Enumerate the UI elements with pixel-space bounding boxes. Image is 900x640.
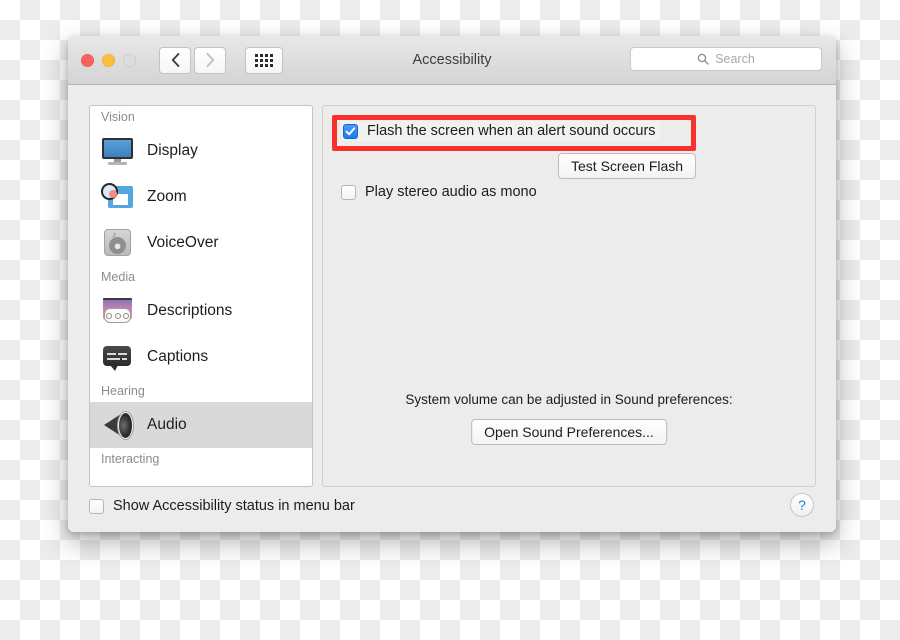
- search-icon: [697, 53, 709, 65]
- sidebar-item-descriptions[interactable]: Descriptions: [90, 288, 312, 334]
- zoom-button: [123, 53, 136, 67]
- sidebar-item-display[interactable]: Display: [90, 128, 312, 174]
- test-screen-flash-button[interactable]: Test Screen Flash: [558, 153, 697, 179]
- chevron-left-icon: [171, 53, 179, 67]
- close-button[interactable]: [81, 53, 94, 67]
- open-sound-preferences-button[interactable]: Open Sound Preferences...: [471, 419, 667, 445]
- sidebar-group-vision: Vision: [101, 110, 135, 124]
- sidebar-item-label: Captions: [147, 348, 209, 365]
- sidebar-item-label: Display: [147, 142, 198, 159]
- mono-audio-checkbox[interactable]: [341, 184, 356, 200]
- captions-icon: [101, 342, 134, 372]
- search-placeholder: Search: [715, 52, 755, 66]
- menu-bar-status-checkbox[interactable]: [89, 498, 104, 514]
- menu-bar-status-label: Show Accessibility status in menu bar: [113, 498, 355, 514]
- mono-audio-checkbox-row[interactable]: Play stereo audio as mono: [341, 184, 537, 200]
- sidebar-item-captions[interactable]: Captions: [90, 334, 312, 380]
- chevron-right-icon: [206, 53, 214, 67]
- grid-icon: [255, 53, 273, 67]
- sidebar-item-zoom[interactable]: Zoom: [90, 174, 312, 220]
- sidebar-item-label: Descriptions: [147, 302, 233, 319]
- minimize-button[interactable]: [102, 53, 115, 67]
- sidebar-item-label: VoiceOver: [147, 234, 219, 251]
- audio-settings-pane: Flash the screen when an alert sound occ…: [322, 105, 816, 487]
- back-button[interactable]: [159, 46, 191, 74]
- menu-bar-status-row[interactable]: Show Accessibility status in menu bar: [89, 498, 355, 514]
- sidebar-item-label: Zoom: [147, 188, 187, 205]
- show-all-button[interactable]: [245, 46, 283, 74]
- audio-icon: [101, 410, 134, 440]
- sidebar-item-label: Audio: [147, 416, 187, 433]
- window-controls: [81, 53, 136, 67]
- sidebar-group-hearing: Hearing: [101, 384, 145, 398]
- navigation-buttons: [159, 46, 226, 74]
- mono-audio-label: Play stereo audio as mono: [365, 184, 537, 200]
- sidebar-item-audio[interactable]: Audio: [90, 402, 312, 448]
- search-field[interactable]: Search: [630, 47, 822, 71]
- voiceover-icon: ♪ ●: [101, 228, 134, 258]
- flash-screen-checkbox-row[interactable]: Flash the screen when an alert sound occ…: [341, 121, 660, 141]
- flash-screen-label: Flash the screen when an alert sound occ…: [367, 123, 656, 139]
- flash-screen-checkbox[interactable]: [343, 123, 358, 139]
- window-titlebar: Accessibility Search: [68, 36, 836, 85]
- zoom-icon: [101, 182, 134, 212]
- descriptions-icon: [101, 296, 134, 326]
- display-icon: [101, 136, 134, 166]
- checkmark-icon: [345, 126, 356, 135]
- system-preferences-window: Accessibility Search Vision Display Zoom…: [68, 36, 836, 532]
- forward-button[interactable]: [194, 46, 226, 74]
- sidebar-item-voiceover[interactable]: ♪ ● VoiceOver: [90, 220, 312, 266]
- sidebar-group-interacting: Interacting: [101, 452, 160, 466]
- window-body: Vision Display Zoom ♪● VoiceOver Media: [68, 85, 836, 532]
- help-button[interactable]: ?: [790, 493, 814, 517]
- accessibility-sidebar[interactable]: Vision Display Zoom ♪● VoiceOver Media: [89, 105, 313, 487]
- sidebar-group-media: Media: [101, 270, 136, 284]
- system-volume-note: System volume can be adjusted in Sound p…: [405, 392, 733, 407]
